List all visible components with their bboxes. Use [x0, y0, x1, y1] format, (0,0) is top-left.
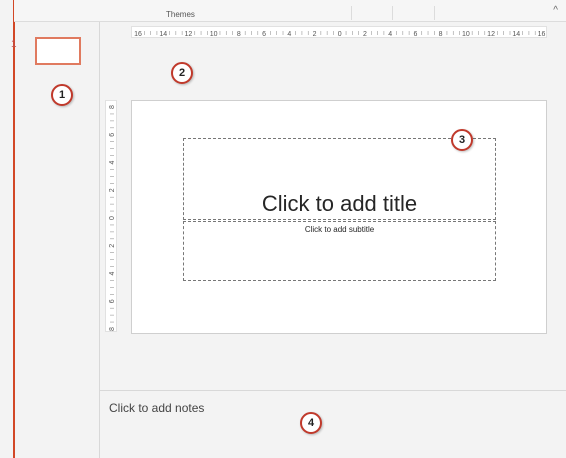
ruler-label: 4 — [109, 271, 116, 275]
ribbon-strip: Themes ^ — [14, 0, 566, 22]
ruler-label: 16 — [538, 31, 546, 38]
ruler-label: 2 — [109, 188, 116, 192]
subtitle-placeholder[interactable]: Click to add subtitle — [183, 221, 496, 281]
title-placeholder[interactable]: Click to add title — [183, 138, 496, 220]
ruler-label: 12 — [185, 31, 193, 38]
ruler-label: 8 — [109, 105, 116, 109]
callout-marker: 3 — [451, 129, 473, 151]
ribbon-divider — [351, 6, 352, 20]
slide-thumbnail[interactable] — [35, 37, 81, 65]
callout-marker: 1 — [51, 84, 73, 106]
ruler-label: 14 — [512, 31, 520, 38]
ruler-label: 4 — [287, 31, 291, 38]
themes-group-label: Themes — [166, 10, 195, 19]
ruler-label: 6 — [109, 299, 116, 303]
ribbon-divider — [392, 6, 393, 20]
ruler-label: 16 — [134, 31, 142, 38]
ruler-label: 6 — [262, 31, 266, 38]
ribbon-divider — [434, 6, 435, 20]
ruler-label: 10 — [210, 31, 218, 38]
ruler-label: 6 — [413, 31, 417, 38]
powerpoint-editor: Themes ^ 1 16 14 12 10 8 6 4 2 0 2 4 6 8 10 12 14 16 864… — [0, 0, 566, 458]
ruler-label: 0 — [109, 216, 116, 220]
vertical-ruler: 8 6 4 2 0 2 4 6 8 — [105, 100, 117, 332]
notes-placeholder[interactable]: Click to add notes — [109, 401, 204, 415]
ruler-label: 4 — [109, 160, 116, 164]
title-placeholder-text: Click to add title — [261, 191, 418, 216]
horizontal-ruler-scale: 16 14 12 10 8 6 4 2 0 2 4 6 8 10 12 14 16 — [134, 31, 546, 38]
ruler-label: 8 — [237, 31, 241, 38]
ruler-label: 2 — [109, 244, 116, 248]
callout-marker: 4 — [300, 412, 322, 434]
ruler-label: 4 — [388, 31, 392, 38]
ruler-label: 8 — [109, 327, 116, 331]
slide-number: 1 — [11, 39, 17, 50]
collapse-ribbon-icon[interactable]: ^ — [553, 5, 558, 16]
ruler-label: 14 — [159, 31, 167, 38]
ruler-label: 6 — [109, 133, 116, 137]
ruler-label: 12 — [487, 31, 495, 38]
vertical-ruler-scale: 8 6 4 2 0 2 4 6 8 — [109, 105, 116, 331]
ruler-label: 10 — [462, 31, 470, 38]
ruler-label: 8 — [439, 31, 443, 38]
slide-canvas[interactable]: Click to add title Click to add subtitle — [131, 100, 547, 334]
callout-marker: 2 — [171, 62, 193, 84]
ruler-label: 0 — [338, 31, 342, 38]
ruler-label: 2 — [363, 31, 367, 38]
subtitle-placeholder-text: Click to add subtitle — [304, 225, 375, 234]
ruler-label: 2 — [313, 31, 317, 38]
notes-pane[interactable]: Click to add notes — [100, 390, 566, 458]
horizontal-ruler: 16 14 12 10 8 6 4 2 0 2 4 6 8 10 12 14 16 — [131, 26, 547, 38]
